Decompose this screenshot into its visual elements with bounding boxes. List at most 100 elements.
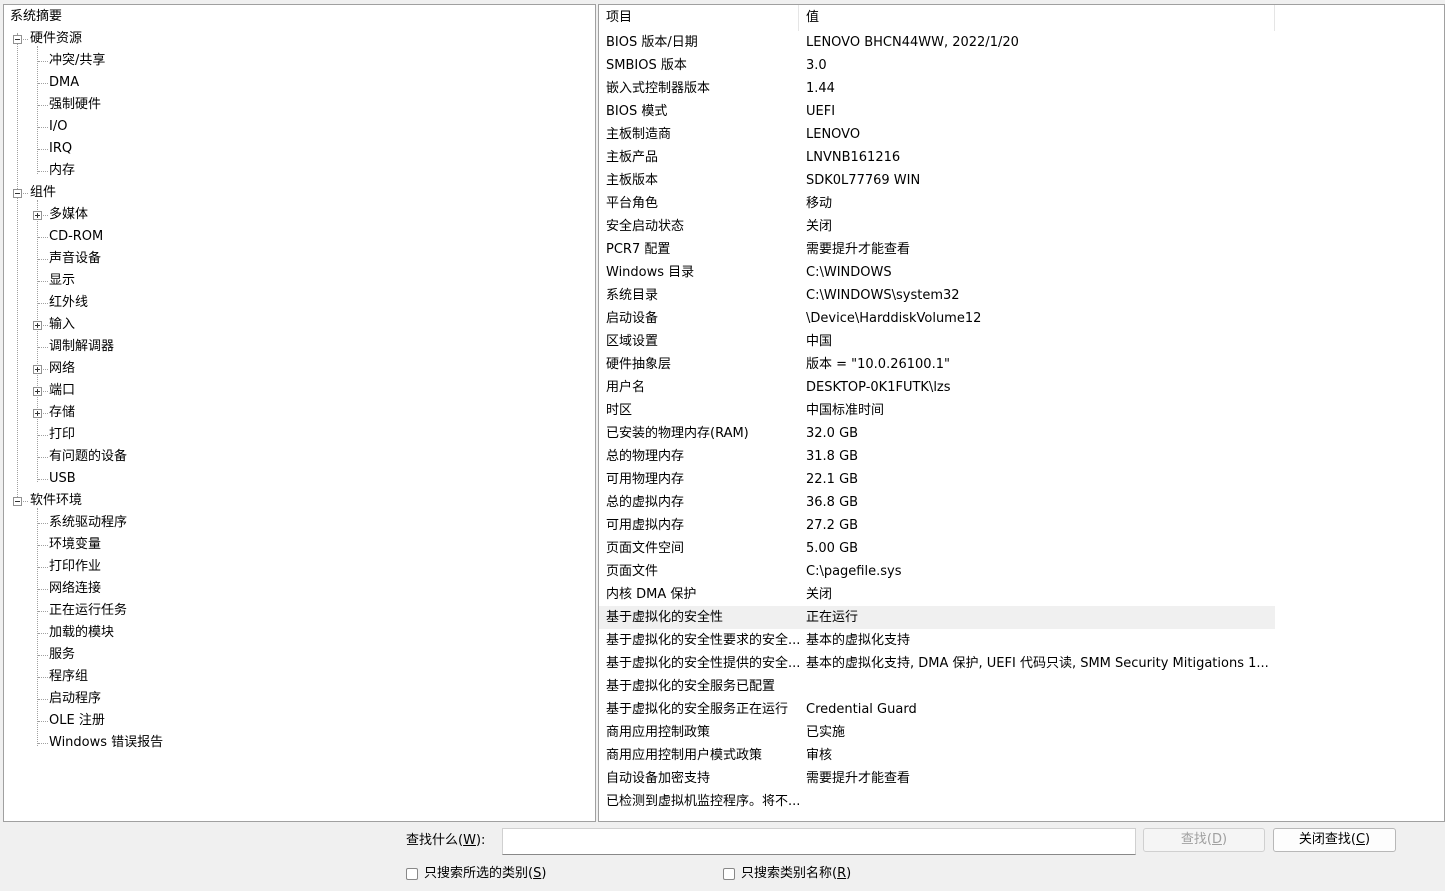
table-row[interactable]: 启动设备 \Device\HarddiskVolume12	[599, 307, 1275, 330]
tree-item[interactable]: 打印	[4, 424, 304, 446]
tree-item[interactable]: 强制硬件	[4, 94, 304, 116]
table-row[interactable]: 基于虚拟化的安全性 正在运行	[599, 606, 1275, 629]
tree-item[interactable]: USB	[4, 468, 304, 490]
search-category-names-checkbox[interactable]	[723, 868, 735, 880]
tree-item[interactable]: 启动程序	[4, 688, 304, 710]
table-row[interactable]: 基于虚拟化的安全服务已配置	[599, 675, 1275, 698]
find-button-end: )	[1222, 832, 1228, 847]
table-row[interactable]: 主板制造商 LENOVO	[599, 123, 1275, 146]
tree-group-components[interactable]: 组件	[4, 182, 304, 204]
table-row[interactable]: 已检测到虚拟机监控程序。将不...	[599, 790, 1275, 813]
tree-item[interactable]: Windows 错误报告	[4, 732, 304, 754]
table-row[interactable]: 主板产品 LNVNB161216	[599, 146, 1275, 169]
tree-item[interactable]: DMA	[4, 72, 304, 94]
find-bar: 查找什么(W): 查找(D) 关闭查找(C) 只搜索所选的类别(S) 只搜索类别…	[0, 823, 1445, 891]
table-row[interactable]: Windows 目录 C:\WINDOWS	[599, 261, 1275, 284]
tree-item[interactable]: 调制解调器	[4, 336, 304, 358]
tree-item[interactable]: 多媒体	[4, 204, 304, 226]
table-row[interactable]: 主板版本 SDK0L77769 WIN	[599, 169, 1275, 192]
tree-item[interactable]: 程序组	[4, 666, 304, 688]
tree-item[interactable]: 内存	[4, 160, 304, 182]
tree-item[interactable]: OLE 注册	[4, 710, 304, 732]
tree-item[interactable]: CD-ROM	[4, 226, 304, 248]
tree-item[interactable]: 显示	[4, 270, 304, 292]
tree-connector	[38, 171, 48, 172]
table-row[interactable]: 时区 中国标准时间	[599, 399, 1275, 422]
search-category-names-label[interactable]: 只搜索类别名称(R)	[741, 864, 851, 884]
collapse-icon[interactable]	[13, 189, 22, 198]
table-row[interactable]: 已安装的物理内存(RAM) 32.0 GB	[599, 422, 1275, 445]
category-tree[interactable]: 系统摘要 硬件资源 冲突/共享 DMA 强制硬件 I/O IRQ 内存 组件 多媒体 CD-ROM…	[3, 4, 596, 822]
table-row[interactable]: BIOS 版本/日期 LENOVO BHCN44WW, 2022/1/20	[599, 31, 1275, 54]
expand-icon[interactable]	[33, 321, 42, 330]
collapse-icon[interactable]	[13, 35, 22, 44]
close-find-button[interactable]: 关闭查找(C)	[1273, 828, 1396, 852]
table-row[interactable]: 自动设备加密支持 需要提升才能查看	[599, 767, 1275, 790]
tree-item[interactable]: 系统驱动程序	[4, 512, 304, 534]
search-selected-category-checkbox-row[interactable]: 只搜索所选的类别(S)	[406, 864, 566, 884]
column-header-item[interactable]: 项目	[599, 5, 799, 31]
table-row[interactable]: 安全启动状态 关闭	[599, 215, 1275, 238]
tree-connector	[38, 743, 48, 744]
cell-value: LNVNB161216	[806, 150, 901, 165]
table-row[interactable]: 用户名 DESKTOP-0K1FUTK\lzs	[599, 376, 1275, 399]
search-selected-category-checkbox[interactable]	[406, 868, 418, 880]
search-selected-category-label[interactable]: 只搜索所选的类别(S)	[424, 864, 546, 884]
cell-value: 需要提升才能查看	[806, 242, 911, 257]
collapse-icon[interactable]	[13, 497, 22, 506]
table-row[interactable]: SMBIOS 版本 3.0	[599, 54, 1275, 77]
table-row[interactable]: 商用应用控制用户模式政策 审核	[599, 744, 1275, 767]
table-row[interactable]: 内核 DMA 保护 关闭	[599, 583, 1275, 606]
tree-group-software[interactable]: 软件环境	[4, 490, 304, 512]
table-row[interactable]: 可用物理内存 22.1 GB	[599, 468, 1275, 491]
table-row[interactable]: 嵌入式控制器版本 1.44	[599, 77, 1275, 100]
tree-item[interactable]: 环境变量	[4, 534, 304, 556]
expand-icon[interactable]	[33, 387, 42, 396]
table-row[interactable]: 页面文件空间 5.00 GB	[599, 537, 1275, 560]
tree-item[interactable]: I/O	[4, 116, 304, 138]
table-row[interactable]: 区域设置 中国	[599, 330, 1275, 353]
system-information-window: 系统摘要 硬件资源 冲突/共享 DMA 强制硬件 I/O IRQ 内存 组件 多媒体 CD-ROM…	[0, 0, 1445, 891]
cell-value: 已实施	[806, 725, 846, 740]
tree-item[interactable]: 端口	[4, 380, 304, 402]
table-row[interactable]: 页面文件 C:\pagefile.sys	[599, 560, 1275, 583]
tree-item[interactable]: IRQ	[4, 138, 304, 160]
table-row[interactable]: 基于虚拟化的安全性提供的安全... 基本的虚拟化支持, DMA 保护, UEFI …	[599, 652, 1275, 675]
table-row[interactable]: 基于虚拟化的安全性要求的安全... 基本的虚拟化支持	[599, 629, 1275, 652]
table-row[interactable]: 平台角色 移动	[599, 192, 1275, 215]
table-row[interactable]: PCR7 配置 需要提升才能查看	[599, 238, 1275, 261]
cell-item: 区域设置	[606, 334, 659, 349]
table-row[interactable]: 硬件抽象层 版本 = "10.0.26100.1"	[599, 353, 1275, 376]
find-what-input[interactable]	[502, 828, 1136, 855]
expand-icon[interactable]	[33, 365, 42, 374]
table-row[interactable]: 商用应用控制政策 已实施	[599, 721, 1275, 744]
tree-item[interactable]: 有问题的设备	[4, 446, 304, 468]
table-row[interactable]: 基于虚拟化的安全服务正在运行 Credential Guard	[599, 698, 1275, 721]
tree-item[interactable]: 加载的模块	[4, 622, 304, 644]
table-row[interactable]: BIOS 模式 UEFI	[599, 100, 1275, 123]
search-category-names-checkbox-row[interactable]: 只搜索类别名称(R)	[723, 864, 883, 884]
tree-item-label: DMA	[49, 75, 80, 90]
column-header-value[interactable]: 值	[799, 5, 1275, 31]
expand-icon[interactable]	[33, 211, 42, 220]
details-list[interactable]: 项目 值 BIOS 版本/日期 LENOVO BHCN44WW, 2022/1/2…	[598, 4, 1445, 822]
tree-item[interactable]: 声音设备	[4, 248, 304, 270]
table-row[interactable]: 总的虚拟内存 36.8 GB	[599, 491, 1275, 514]
table-row[interactable]: 总的物理内存 31.8 GB	[599, 445, 1275, 468]
tree-item[interactable]: 正在运行任务	[4, 600, 304, 622]
tree-item[interactable]: 服务	[4, 644, 304, 666]
tree-item[interactable]: 打印作业	[4, 556, 304, 578]
tree-item[interactable]: 输入	[4, 314, 304, 336]
expand-icon[interactable]	[33, 409, 42, 418]
tree-group-hardware[interactable]: 硬件资源	[4, 28, 304, 50]
tree-item[interactable]: 网络	[4, 358, 304, 380]
table-row[interactable]: 可用虚拟内存 27.2 GB	[599, 514, 1275, 537]
cell-value: 需要提升才能查看	[806, 771, 911, 786]
tree-item[interactable]: 红外线	[4, 292, 304, 314]
tree-item[interactable]: 冲突/共享	[4, 50, 304, 72]
cell-value: 正在运行	[806, 610, 859, 625]
table-row[interactable]: 系统目录 C:\WINDOWS\system32	[599, 284, 1275, 307]
find-button[interactable]: 查找(D)	[1143, 828, 1265, 852]
tree-item[interactable]: 网络连接	[4, 578, 304, 600]
tree-item[interactable]: 存储	[4, 402, 304, 424]
